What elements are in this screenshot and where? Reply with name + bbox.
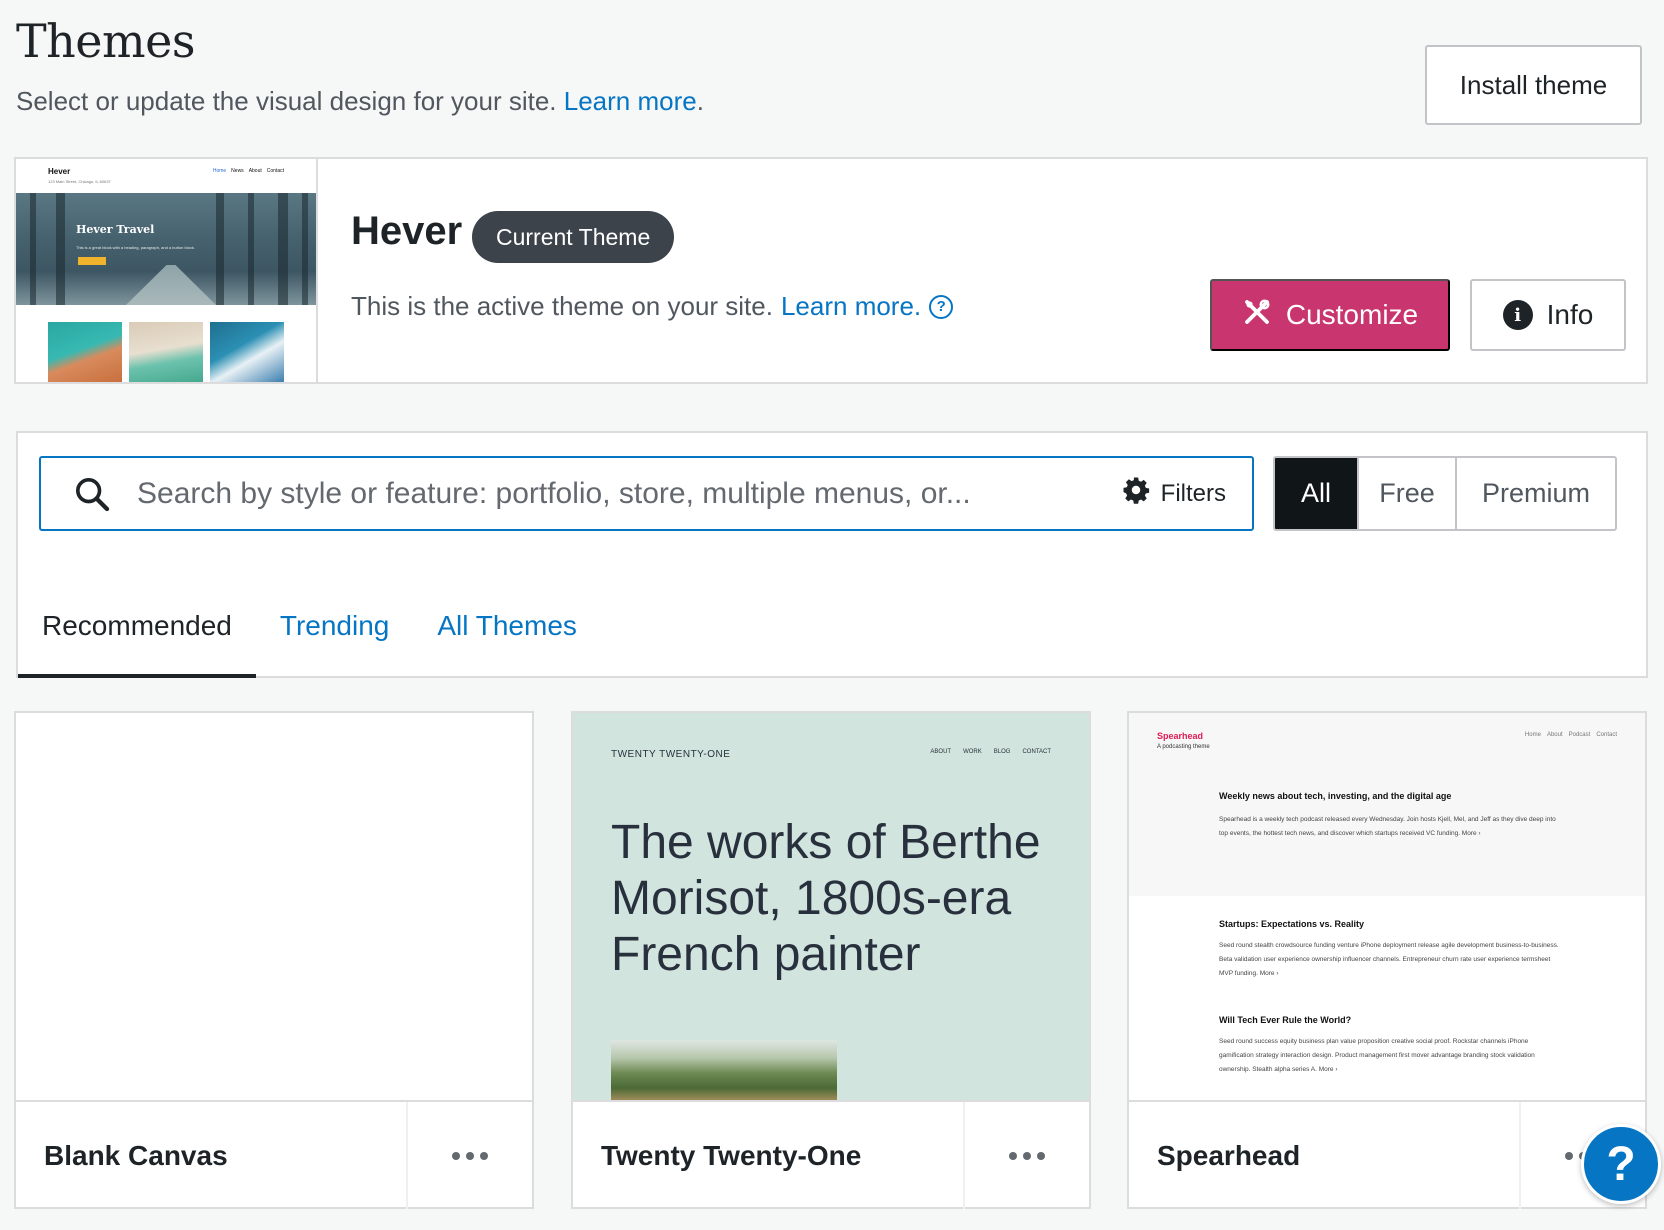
theme-card: TWENTY TWENTY-ONE ABOUT WORK BLOG CONTAC… xyxy=(571,711,1091,1209)
theme-card: Spearhead A podcasting theme Home About … xyxy=(1127,711,1647,1209)
preview-post-body: Seed round stealth crowdsource funding v… xyxy=(1219,942,1559,977)
preview-hero-image: Hever Travel This is a great block with … xyxy=(16,193,316,305)
preview-nav-item: Home xyxy=(212,168,227,174)
page-title: Themes xyxy=(16,14,195,68)
theme-name: Spearhead xyxy=(1157,1139,1301,1171)
preview-gallery xyxy=(48,322,284,382)
current-theme-description: This is the active theme on your site. L… xyxy=(351,291,954,322)
preview-nav-item: CONTACT xyxy=(1022,749,1051,755)
gear-icon xyxy=(1121,475,1151,512)
preview-header-band xyxy=(1129,713,1645,896)
more-options-button[interactable] xyxy=(963,1102,1089,1209)
tier-premium[interactable]: Premium xyxy=(1455,458,1615,529)
info-button-label: Info xyxy=(1546,299,1594,330)
preview-nav-item: Home xyxy=(1524,732,1541,738)
preview-nav-item: BLOG xyxy=(993,749,1011,755)
theme-name: Twenty Twenty-One xyxy=(601,1139,862,1171)
theme-search-panel: Filters All Free Premium Recommended Tre… xyxy=(16,431,1648,678)
filters-button[interactable]: Filters xyxy=(1121,458,1226,529)
ellipsis-icon xyxy=(452,1151,488,1160)
info-icon: i xyxy=(1502,300,1533,330)
tools-icon xyxy=(1242,297,1272,334)
preview-nav-item: WORK xyxy=(963,749,982,755)
theme-screenshot[interactable] xyxy=(16,713,532,1100)
preview-nav-item: Podcast xyxy=(1568,732,1591,738)
page-subtitle: Select or update the visual design for y… xyxy=(16,86,704,116)
tab-recommended[interactable]: Recommended xyxy=(18,573,256,678)
theme-card-footer: Spearhead xyxy=(1129,1100,1645,1209)
current-theme-card: Hever 123 Main Street, Chicago, IL 60637… xyxy=(14,157,1648,384)
current-theme-learn-more-link[interactable]: Learn more. xyxy=(781,291,921,322)
theme-card-footer: Blank Canvas xyxy=(16,1100,532,1209)
customize-button-label: Customize xyxy=(1285,299,1419,330)
theme-screenshot[interactable]: Spearhead A podcasting theme Home About … xyxy=(1129,713,1645,1100)
page-header: Themes Select or update the visual desig… xyxy=(16,14,704,117)
preview-nav-item: Contact xyxy=(1596,732,1617,738)
search-box: Filters xyxy=(39,456,1254,531)
tab-all-themes[interactable]: All Themes xyxy=(413,573,601,678)
preview-post-body: Seed round success equity business plan … xyxy=(1219,1038,1535,1073)
preview-headline: The works of Berthe Morisot, 1800s-era F… xyxy=(611,816,1041,981)
current-theme-description-text: This is the active theme on your site. xyxy=(351,291,773,321)
preview-painting-image xyxy=(611,1040,837,1100)
current-theme-badge: Current Theme xyxy=(472,211,675,263)
learn-more-link[interactable]: Learn more xyxy=(564,86,697,116)
preview-nav-item: News xyxy=(231,168,244,174)
preview-nav: ABOUT WORK BLOG CONTACT xyxy=(930,749,1051,755)
preview-post-title: Weekly news about tech, investing, and t… xyxy=(1219,791,1452,801)
tier-all[interactable]: All xyxy=(1275,458,1357,529)
current-theme-name: Hever xyxy=(351,209,463,253)
preview-tagline: 123 Main Street, Chicago, IL 60637 xyxy=(48,179,111,184)
preview-gallery-image xyxy=(129,322,203,382)
help-icon[interactable]: ? xyxy=(929,294,954,319)
customize-button[interactable]: Customize xyxy=(1210,279,1450,351)
more-options-button[interactable] xyxy=(406,1102,532,1209)
theme-name: Blank Canvas xyxy=(44,1139,228,1171)
preview-site-name: Hever xyxy=(48,167,71,176)
preview-post-body: Spearhead is a weekly tech podcast relea… xyxy=(1219,816,1556,837)
tier-filter: All Free Premium xyxy=(1273,456,1617,531)
preview-gallery-image xyxy=(48,322,122,382)
current-theme-screenshot[interactable]: Hever 123 Main Street, Chicago, IL 60637… xyxy=(16,159,318,382)
theme-screenshot[interactable]: TWENTY TWENTY-ONE ABOUT WORK BLOG CONTAC… xyxy=(573,713,1089,1100)
tab-trending[interactable]: Trending xyxy=(256,573,413,678)
theme-card: Blank Canvas xyxy=(14,711,534,1209)
preview-nav-item: ABOUT xyxy=(930,749,952,755)
theme-tabs: Recommended Trending All Themes xyxy=(18,573,601,678)
preview-post-title: Will Tech Ever Rule the World? xyxy=(1219,1015,1352,1025)
theme-card-footer: Twenty Twenty-One xyxy=(573,1100,1089,1209)
preview-tagline: A podcasting theme xyxy=(1157,744,1210,750)
preview-nav: Home About Podcast Contact xyxy=(1525,732,1617,738)
preview-nav-item: About xyxy=(248,168,262,174)
tier-free[interactable]: Free xyxy=(1357,458,1455,529)
help-button[interactable]: ? xyxy=(1581,1124,1661,1204)
install-theme-button[interactable]: Install theme xyxy=(1425,45,1642,125)
preview-hero-title: Hever Travel xyxy=(76,223,155,236)
page-subtitle-text: Select or update the visual design for y… xyxy=(16,86,557,116)
filters-label: Filters xyxy=(1160,479,1226,507)
preview-brand: TWENTY TWENTY-ONE xyxy=(611,749,731,760)
preview-nav: Home News About Contact xyxy=(213,168,284,174)
preview-nav-item: Contact xyxy=(266,168,284,174)
preview-brand: Spearhead xyxy=(1157,731,1204,741)
info-button[interactable]: i Info xyxy=(1470,279,1626,351)
preview-hero-button xyxy=(78,257,106,265)
search-input[interactable] xyxy=(137,476,1037,511)
preview-gallery-image xyxy=(210,322,284,382)
preview-post-title: Startups: Expectations vs. Reality xyxy=(1219,919,1365,929)
preview-hero-text: This is a great block with a heading, pa… xyxy=(76,245,195,250)
preview-nav-item: About xyxy=(1546,732,1563,738)
ellipsis-icon xyxy=(1009,1151,1045,1160)
search-icon xyxy=(69,471,115,517)
